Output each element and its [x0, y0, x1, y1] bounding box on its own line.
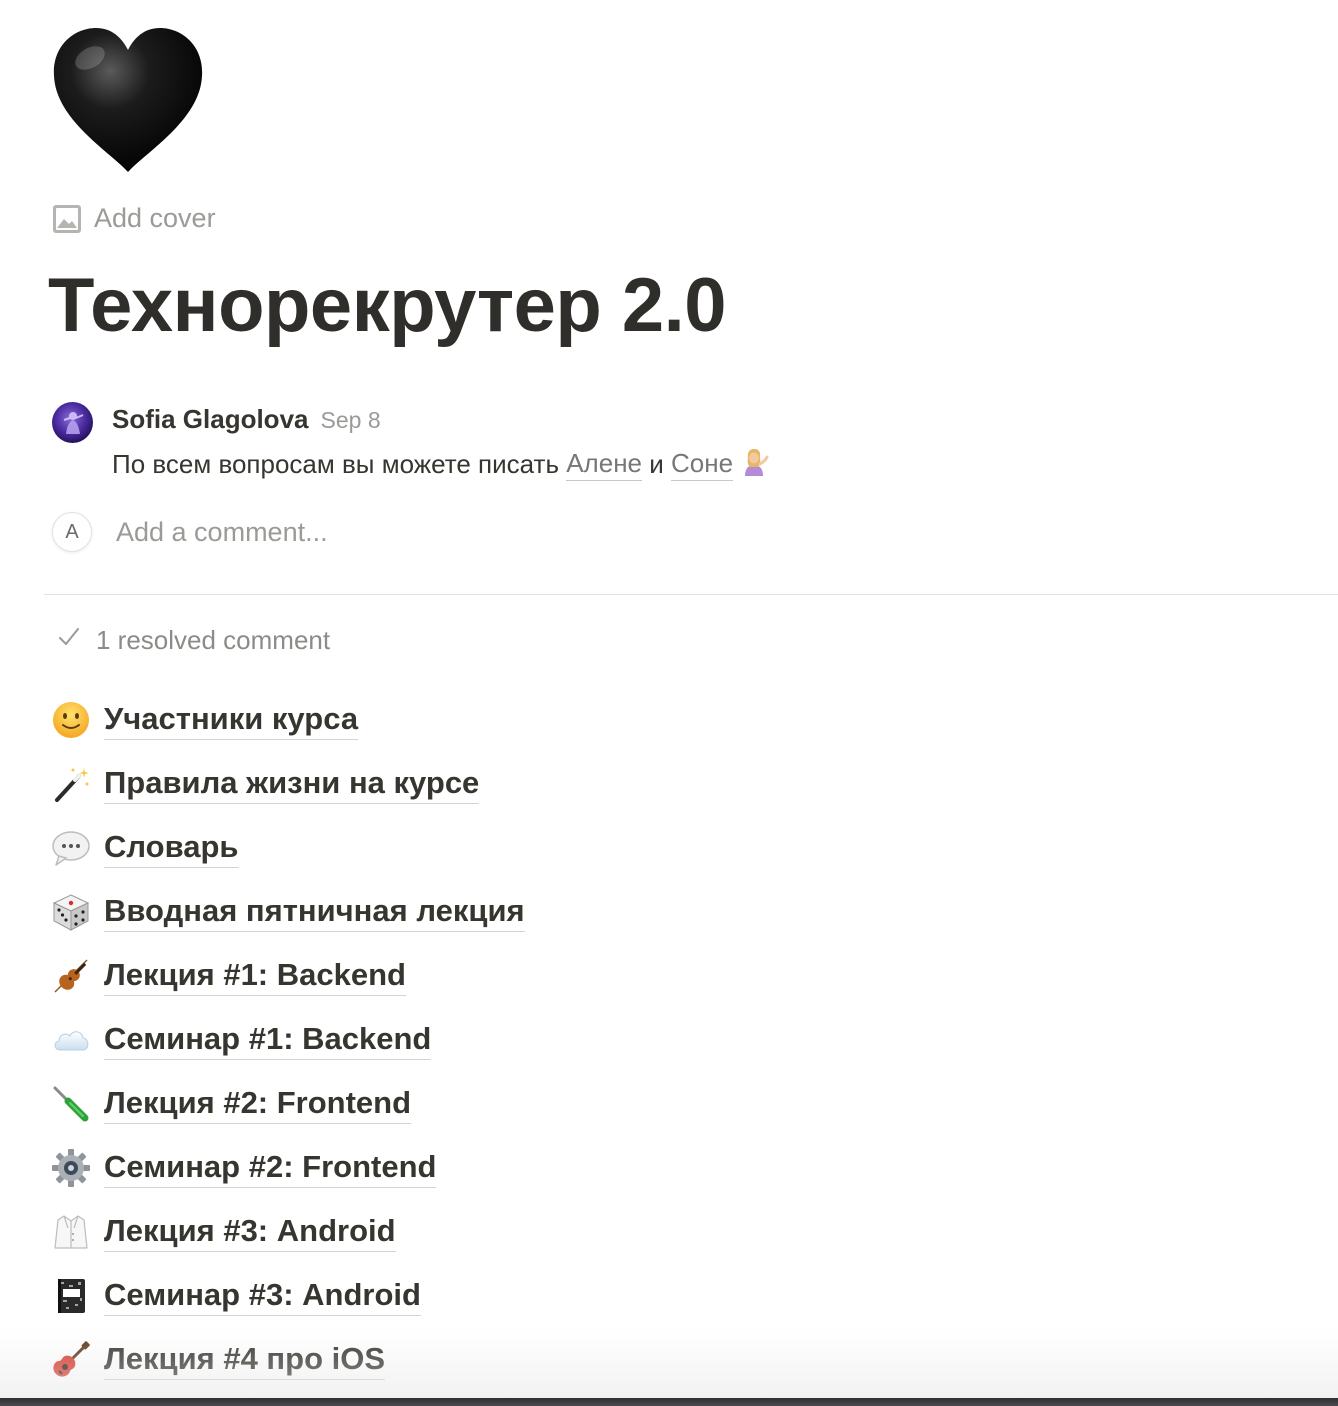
violin-icon: [50, 955, 92, 997]
subpage-label[interactable]: Семинар #2: Frontend: [104, 1149, 437, 1188]
subpage-label[interactable]: Вводная пятничная лекция: [104, 893, 525, 932]
subpage-link[interactable]: Лекция #4 про iOS: [50, 1328, 525, 1392]
magic-wand-icon: [50, 763, 92, 805]
screwdriver-icon: [50, 1083, 92, 1125]
game-die-icon: [50, 891, 92, 933]
subpage-label[interactable]: Правила жизни на курсе: [104, 765, 480, 804]
resolved-comments-label: 1 resolved comment: [96, 625, 331, 655]
subpage-label[interactable]: Семинар #3: Android: [104, 1277, 421, 1316]
subpage-link[interactable]: Лекция #1: Backend: [50, 944, 525, 1008]
subpage-link[interactable]: Вводная пятничная лекция: [50, 880, 525, 944]
comment-connector: и: [642, 449, 671, 479]
mention-alena[interactable]: Алене: [566, 448, 643, 481]
divider: [44, 594, 1338, 595]
slightly-smiling-face-icon: [50, 699, 92, 741]
subpage-label[interactable]: Семинар #1: Backend: [104, 1021, 432, 1060]
comment-header: Sofia Glagolova Sep 8: [112, 404, 381, 435]
subpage-label[interactable]: Лекция #1: Backend: [104, 957, 406, 996]
subpage-link[interactable]: Лекция #3: Android: [50, 1200, 525, 1264]
subpage-link[interactable]: Участники курса: [50, 688, 525, 752]
user-avatar: A: [52, 512, 92, 552]
speech-balloon-icon: [50, 827, 92, 869]
subpage-label[interactable]: Лекция #2: Frontend: [104, 1085, 412, 1124]
image-icon: [52, 204, 82, 234]
add-cover-label: Add cover: [94, 203, 216, 233]
subpage-link[interactable]: Правила жизни на курсе: [50, 752, 525, 816]
mention-sonya[interactable]: Соне: [671, 448, 734, 481]
woman-tipping-hand-icon: [739, 446, 769, 483]
user-avatar-letter: A: [65, 520, 79, 543]
guitar-icon: [50, 1339, 92, 1381]
comment-text: По всем вопросам вы можете писать Алене …: [112, 446, 769, 483]
subpage-link[interactable]: Лекция #2: Frontend: [50, 1072, 525, 1136]
window-bottom-edge: [0, 1398, 1338, 1406]
subpage-link[interactable]: Семинар #2: Frontend: [50, 1136, 525, 1200]
resolved-comments-toggle[interactable]: 1 resolved comment: [56, 624, 330, 657]
subpage-link[interactable]: Семинар #3: Android: [50, 1264, 525, 1328]
add-cover-button[interactable]: Add cover: [52, 203, 216, 234]
comment-input[interactable]: [116, 516, 716, 548]
comment-date: Sep 8: [320, 407, 381, 433]
subpage-link[interactable]: Словарь: [50, 816, 525, 880]
subpage-label[interactable]: Словарь: [104, 829, 239, 868]
comment-author[interactable]: Sofia Glagolova: [112, 404, 309, 435]
subpage-label[interactable]: Участники курса: [104, 701, 359, 740]
gear-icon: [50, 1147, 92, 1189]
composition-notebook-icon: [50, 1275, 92, 1317]
black-heart-icon[interactable]: [50, 20, 210, 180]
cloud-icon: [50, 1019, 92, 1061]
checkmark-icon: [56, 624, 82, 657]
page-title[interactable]: Технорекрутер 2.0: [48, 262, 727, 349]
avatar[interactable]: [52, 402, 93, 443]
add-comment-row: A: [52, 512, 716, 552]
lab-coat-icon: [50, 1211, 92, 1253]
subpage-link[interactable]: Семинар #1: Backend: [50, 1008, 525, 1072]
subpage-list: Участники курса Правила жизни на курсе С…: [50, 688, 525, 1392]
notion-page: Add cover Технорекрутер 2.0 Sofia Glagol…: [0, 0, 1338, 1406]
subpage-label[interactable]: Лекция #4 про iOS: [104, 1341, 386, 1380]
subpage-label[interactable]: Лекция #3: Android: [104, 1213, 396, 1252]
comment-text-prefix: По всем вопросам вы можете писать: [112, 449, 567, 479]
